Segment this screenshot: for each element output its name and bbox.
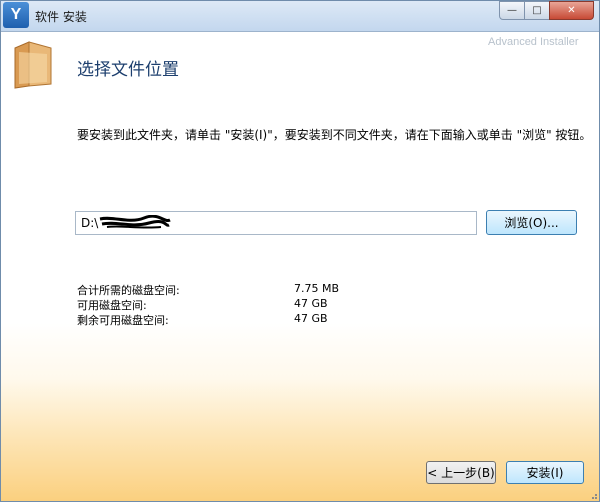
back-button[interactable]: < 上一步(B)	[426, 461, 496, 484]
remaining-space-value: 47 GB	[294, 312, 328, 325]
page-title: 选择文件位置	[77, 60, 179, 80]
resize-grip-icon[interactable]	[589, 491, 598, 500]
content-area	[1, 32, 599, 501]
brand-watermark: Advanced Installer	[488, 36, 579, 48]
instruction-text: 要安装到此文件夹，请单击 "安装(I)"，要安装到不同文件夹，请在下面输入或单击…	[77, 128, 592, 142]
installer-window: Y 软件 安装 — □ ✕ Advanced Installer 选择文件位置 …	[0, 0, 600, 502]
folder-icon	[14, 41, 52, 89]
available-space-label: 可用磁盘空间:	[77, 299, 147, 312]
install-button[interactable]: 安装(I)	[506, 461, 584, 484]
close-button[interactable]: ✕	[549, 1, 594, 20]
redacted-scribble	[99, 215, 171, 229]
app-icon: Y	[3, 2, 29, 28]
required-space-value: 7.75 MB	[294, 282, 340, 295]
remaining-space-label: 剩余可用磁盘空间:	[77, 314, 169, 327]
required-space-label: 合计所需的磁盘空间:	[77, 284, 180, 297]
browse-button[interactable]: 浏览(O)...	[486, 210, 577, 235]
maximize-button[interactable]: □	[524, 1, 550, 20]
available-space-value: 47 GB	[294, 297, 328, 310]
minimize-button[interactable]: —	[499, 1, 525, 20]
window-title: 软件 安装	[35, 10, 87, 24]
